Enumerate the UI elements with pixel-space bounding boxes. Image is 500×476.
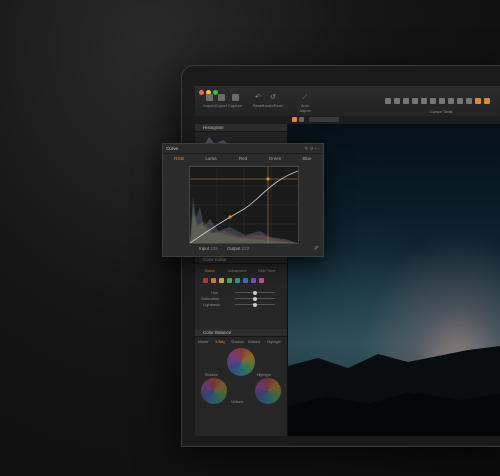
curves-header-icons: ✎ ↺ ⋯ [304,144,319,154]
color-balance-tab-highlight[interactable]: Highlight [267,340,281,344]
keystone-tool-icon[interactable] [412,98,418,104]
auto-adjust-label: Auto Adjust [299,103,311,113]
mountain-silhouette [288,346,500,436]
curves-tab-blue[interactable]: Blue [291,154,323,164]
histogram-title: Histogram [195,124,287,132]
lightness-label: Lightness [203,302,221,307]
curve-output-value[interactable]: 223 [242,246,250,251]
annotate-tool-icon[interactable] [466,98,472,104]
color-swatch[interactable] [251,278,256,283]
cursor-tools-label: Cursor Tools [430,109,453,114]
curves-popup: Curve ✎ ↺ ⋯ RGB Luma Red Green Blue Inpu… [162,143,324,257]
color-balance-tab-shadow[interactable]: Shadow [231,340,244,344]
color-swatch[interactable] [259,278,264,283]
curve-input-value[interactable]: 135 [210,246,218,251]
curve-input-label: Input [199,246,210,251]
curve-more-icon[interactable]: ⋯ [315,146,320,151]
curve-input-readout: Input 135 [199,246,218,251]
auto-adjust-button[interactable]: ⟋ Auto Adjust [295,94,315,113]
color-editor-tab-advanced[interactable]: Advanced [228,268,246,273]
active-tool-icon[interactable] [475,98,481,104]
color-balance-tab-master[interactable]: Master [198,340,209,344]
crop-tool-icon[interactable] [394,98,400,104]
gradient-tool-icon[interactable] [457,98,463,104]
cursor-tools-group [385,96,497,106]
curve-graph[interactable] [189,166,299,244]
curve-picker-icon[interactable]: ✎ [304,146,308,151]
curve-reset-icon[interactable]: ↺ [309,146,313,151]
highlight-color-wheel[interactable] [255,378,281,404]
rotate-tool-icon[interactable] [403,98,409,104]
lightness-slider-knob[interactable] [253,302,257,307]
variant-selector[interactable] [309,117,339,122]
highlight-wheel-label: Highlight [257,373,271,377]
hue-label: Hue [211,290,219,295]
grid-view-icon[interactable] [292,117,297,122]
color-editor-tab-skin-tone[interactable]: Skin Tone [258,268,276,273]
shadow-color-wheel[interactable] [201,378,227,404]
curve-point[interactable] [228,215,232,219]
color-balance-tab-midtone[interactable]: Midtone [248,340,260,344]
reset-icon: ↶ [255,94,261,101]
color-swatch[interactable] [227,278,232,283]
curves-tab-luma[interactable]: Luma [195,154,227,164]
eraser-tool-icon[interactable] [439,98,445,104]
saturation-label: Saturation [201,296,220,301]
spot-tool-icon[interactable] [421,98,427,104]
undo-redo-label: Undo/Redo [263,103,284,108]
capture-icon [231,94,239,101]
magic-wand-icon: ⟋ [302,94,308,101]
curve-graph-svg [189,167,299,244]
main-toolbar: Import Export Capture ↶ Reset ↺ Undo/Red… [195,86,500,117]
color-tool-icon[interactable] [484,98,490,104]
color-swatch[interactable] [203,278,208,283]
curves-tab-red[interactable]: Red [227,154,259,164]
eyedropper-icon[interactable]: ✐ [314,245,319,252]
undo-redo-button[interactable]: ↺ Undo/Redo [263,94,283,108]
color-swatch[interactable] [243,278,248,283]
hue-slider[interactable] [235,290,275,295]
midtone-color-wheel[interactable] [227,348,255,376]
saturation-slider[interactable] [235,296,275,301]
curve-output-readout: Output 223 [227,246,249,251]
lightness-slider[interactable] [235,302,275,307]
color-swatch[interactable] [219,278,224,283]
capture-label: Capture [227,103,243,108]
reset-label: Reset [252,103,264,108]
midtone-wheel-label: Midtone [231,400,244,404]
export-icon [217,94,225,101]
mask-tool-icon[interactable] [430,98,436,104]
curves-header: Curve ✎ ↺ ⋯ [163,144,323,154]
color-balance-title: Color Balance [195,329,287,337]
curves-tab-rgb[interactable]: RGB [163,154,195,164]
pan-tool-icon[interactable] [385,98,391,104]
color-swatch[interactable] [211,278,216,283]
picker-tool-icon[interactable] [448,98,454,104]
curves-tabs: RGB Luma Red Green Blue [163,154,323,164]
curves-title: Curve [166,146,179,151]
app-window: Import Export Capture ↶ Reset ↺ Undo/Red… [195,86,500,436]
curve-output-label: Output [227,246,241,251]
capture-button[interactable]: Capture [225,94,245,108]
single-view-icon[interactable] [299,117,304,122]
color-swatch[interactable] [235,278,240,283]
saturation-slider-knob[interactable] [253,296,257,301]
color-editor-tab-basic[interactable]: Basic [205,268,215,273]
shadow-wheel-label: Shadow [205,373,218,377]
color-balance-tab-3way[interactable]: 3-Way [215,340,225,344]
hue-slider-knob[interactable] [253,290,257,295]
color-editor-title: Color Editor [195,256,287,264]
curve-point-selected[interactable] [266,177,270,181]
curves-tab-green[interactable]: Green [259,154,291,164]
undo-icon: ↺ [270,94,276,101]
